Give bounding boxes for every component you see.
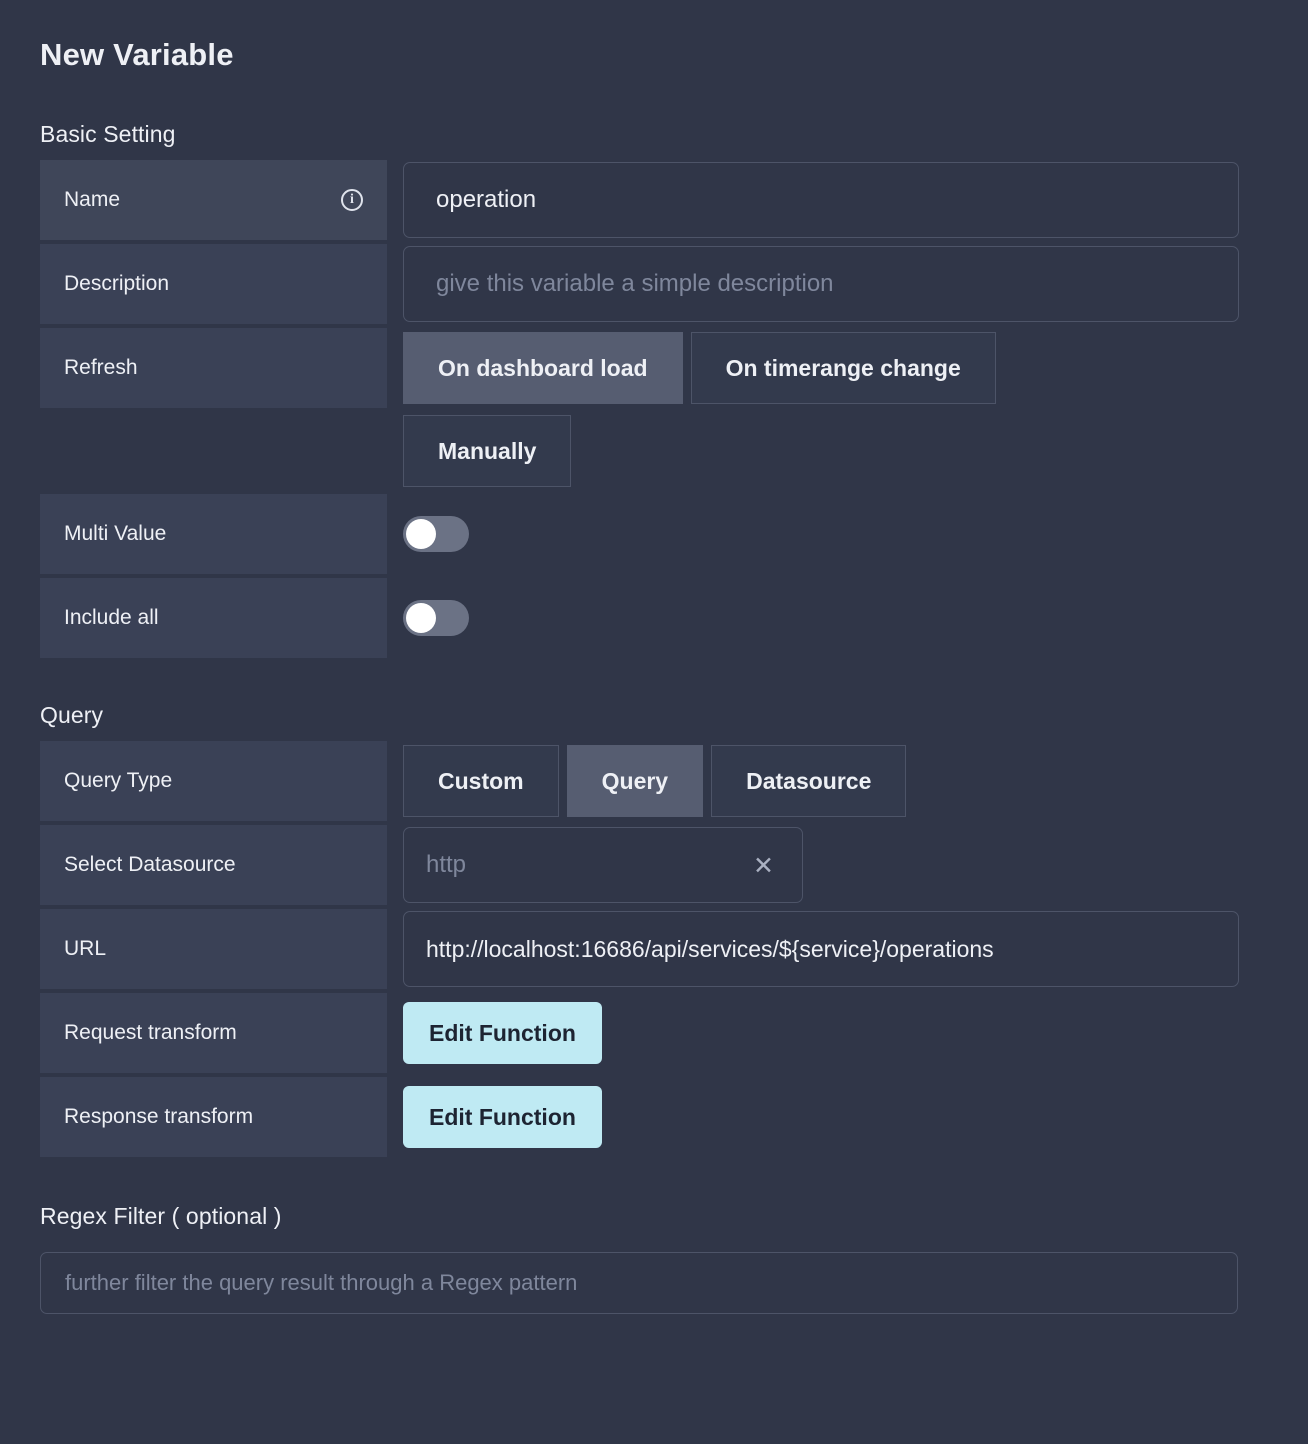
label-select-datasource: Select Datasource [64, 853, 236, 877]
row-description: Description [40, 244, 1268, 325]
row-include-all: Include all [40, 578, 1268, 659]
control-cell-request-transform: Edit Function [403, 993, 1268, 1073]
label-name: Name [64, 188, 121, 212]
control-cell-description [403, 244, 1268, 324]
refresh-options: On dashboard load On timerange change [403, 332, 996, 405]
query-type-options: Custom Query Datasource [403, 745, 907, 818]
control-cell-url [403, 909, 1268, 989]
label-cell-include-all: Include all [40, 578, 387, 659]
datasource-select-value: http [426, 851, 467, 879]
row-name: Name i [40, 160, 1268, 241]
refresh-option-on-dashboard-load[interactable]: On dashboard load [403, 332, 683, 405]
label-refresh: Refresh [64, 356, 138, 380]
label-cell-url: URL [40, 909, 387, 990]
url-input[interactable] [403, 911, 1239, 988]
label-cell-multi-value: Multi Value [40, 494, 387, 575]
label-include-all: Include all [64, 606, 159, 630]
query-type-option-query[interactable]: Query [566, 745, 704, 818]
query-heading: Query [40, 702, 104, 729]
control-cell-refresh-second: Manually [403, 412, 1268, 490]
regex-filter-heading: Regex Filter ( optional ) [40, 1203, 282, 1230]
basic-setting-heading: Basic Setting [40, 121, 176, 148]
request-transform-edit-function-button[interactable]: Edit Function [403, 1002, 602, 1065]
control-cell-select-datasource: http ✕ [403, 825, 1268, 905]
label-cell-query-type: Query Type [40, 741, 387, 822]
refresh-option-manually[interactable]: Manually [403, 415, 572, 488]
basic-setting-form: Name i Description Refresh On dashboa [40, 160, 1268, 659]
info-icon[interactable]: i [341, 189, 363, 212]
refresh-option-on-timerange-change[interactable]: On timerange change [690, 332, 996, 405]
row-multi-value: Multi Value [40, 494, 1268, 575]
refresh-options-second: Manually [403, 415, 572, 488]
query-type-option-custom[interactable]: Custom [403, 745, 559, 818]
page-title: New Variable [40, 37, 234, 72]
label-request-transform: Request transform [64, 1021, 237, 1045]
row-select-datasource: Select Datasource http ✕ [40, 825, 1268, 906]
row-request-transform: Request transform Edit Function [40, 993, 1268, 1074]
label-query-type: Query Type [64, 769, 173, 793]
label-response-transform: Response transform [64, 1105, 254, 1129]
label-multi-value: Multi Value [64, 522, 167, 546]
row-response-transform: Response transform Edit Function [40, 1077, 1268, 1158]
row-refresh: Refresh On dashboard load On timerange c… [40, 328, 1268, 409]
new-variable-page: New Variable Basic Setting Name i Descri… [0, 0, 1308, 1444]
close-icon[interactable]: ✕ [747, 849, 780, 882]
control-cell-name [403, 160, 1268, 240]
include-all-toggle[interactable] [403, 600, 469, 637]
label-cell-refresh-spacer [40, 412, 387, 490]
include-all-toggle-knob [406, 603, 436, 634]
multi-value-toggle-knob [406, 519, 436, 550]
regex-filter-input[interactable] [40, 1252, 1238, 1315]
name-input[interactable] [403, 162, 1239, 239]
control-cell-response-transform: Edit Function [403, 1077, 1268, 1157]
label-cell-select-datasource: Select Datasource [40, 825, 387, 906]
control-cell-include-all [403, 578, 1268, 658]
query-form: Query Type Custom Query Datasource Selec… [40, 741, 1268, 1158]
query-type-option-datasource[interactable]: Datasource [711, 745, 907, 818]
row-refresh-second: Manually [40, 412, 1268, 490]
control-cell-refresh: On dashboard load On timerange change [403, 328, 1268, 408]
response-transform-edit-function-button[interactable]: Edit Function [403, 1086, 602, 1149]
label-cell-name: Name i [40, 160, 387, 241]
label-cell-refresh: Refresh [40, 328, 387, 409]
multi-value-toggle[interactable] [403, 516, 469, 553]
label-cell-request-transform: Request transform [40, 993, 387, 1074]
description-input[interactable] [403, 246, 1239, 323]
control-cell-query-type: Custom Query Datasource [403, 741, 1268, 821]
label-cell-description: Description [40, 244, 387, 325]
row-url: URL [40, 909, 1268, 990]
label-cell-response-transform: Response transform [40, 1077, 387, 1158]
label-description: Description [64, 272, 170, 296]
datasource-select[interactable]: http ✕ [403, 827, 803, 904]
label-url: URL [64, 937, 107, 961]
row-query-type: Query Type Custom Query Datasource [40, 741, 1268, 822]
control-cell-multi-value [403, 494, 1268, 574]
